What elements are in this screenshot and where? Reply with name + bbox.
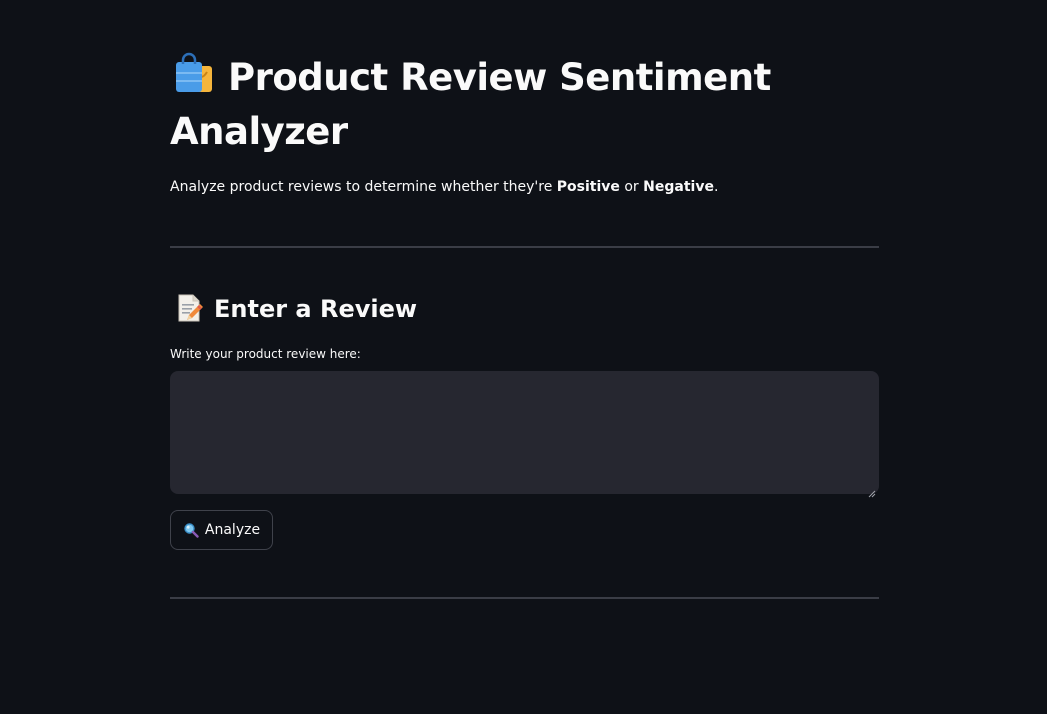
memo-icon [174,293,204,323]
analyze-button-label: Analyze [204,522,261,538]
review-textarea[interactable] [170,371,879,494]
negative-label: Negative [643,179,714,195]
page-description: Analyze product reviews to determine whe… [170,176,718,198]
page-title: Product Review Sentiment Analyzer [170,50,879,159]
description-or: or [619,179,644,195]
resize-handle-icon[interactable] [868,483,876,498]
description-prefix: Analyze product reviews to determine whe… [170,179,557,195]
review-input-container [170,371,879,498]
page-title-text: Product Review Sentiment Analyzer [170,56,771,153]
review-input-label: Write your product review here: [170,347,361,361]
section-heading: Enter a Review [170,289,417,329]
description-suffix: . [713,179,719,195]
divider-bottom [170,597,879,599]
positive-label: Positive [556,179,620,195]
divider-top [170,246,879,248]
magnifier-icon [183,522,199,538]
section-heading-text: Enter a Review [214,295,418,323]
analyze-button[interactable]: Analyze [170,510,273,550]
shopping-bags-icon [170,50,218,98]
